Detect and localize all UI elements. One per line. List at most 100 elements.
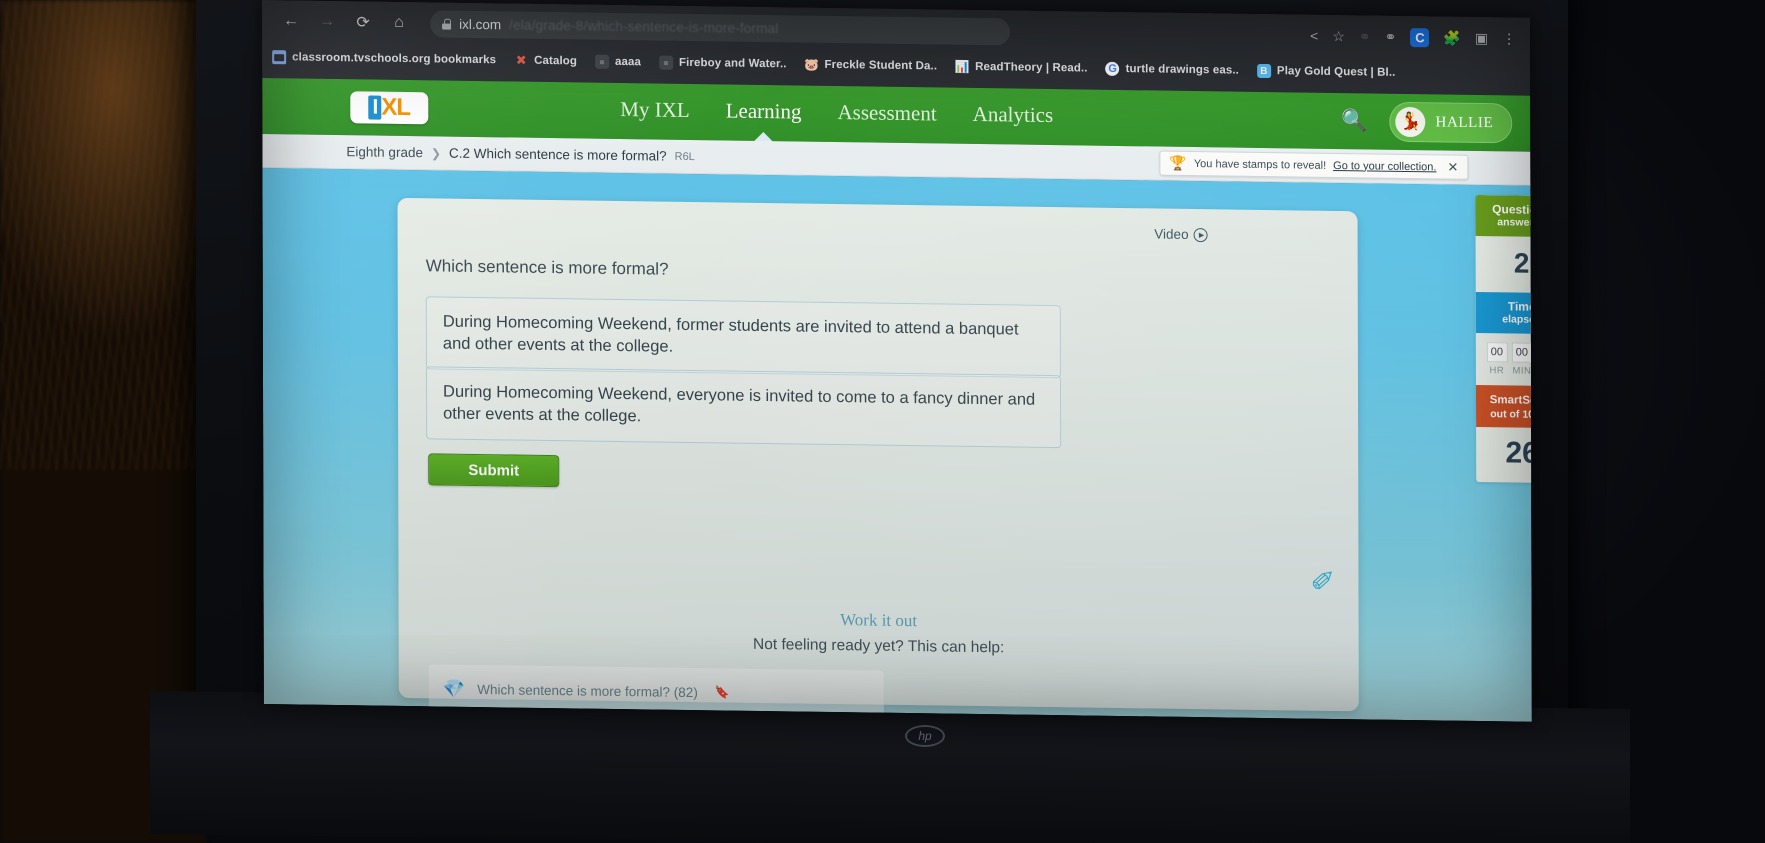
user-menu[interactable]: 💃 HALLIE xyxy=(1389,101,1513,144)
gem-icon: 💎 xyxy=(442,678,466,699)
trophy-icon: 🏆 xyxy=(1169,154,1187,171)
bookmark-label: ReadTheory | Read.. xyxy=(975,60,1088,75)
score-panel: Questions answered 2 Time elapsed 00 00 … xyxy=(1475,194,1532,484)
more-menu-icon[interactable]: ⋮ xyxy=(1502,30,1516,47)
help-resource-label: Which sentence is more formal? (82) xyxy=(477,681,698,700)
stamps-notification: 🏆 You have stamps to reveal! Go to your … xyxy=(1159,150,1469,180)
skill-code: R6L xyxy=(674,150,695,163)
user-name: HALLIE xyxy=(1435,113,1494,131)
timer-label-min: MIN xyxy=(1512,365,1532,377)
forward-icon[interactable]: → xyxy=(312,7,342,37)
ixl-content-area: Video ▶ Which sentence is more formal? D… xyxy=(262,168,1532,722)
bookmark-label: Freckle Student Da.. xyxy=(824,58,938,73)
header-right: 🔍 💃 HALLIE xyxy=(1341,101,1513,144)
bookmark-item-aaaa[interactable]: ◼ aaaa xyxy=(594,54,642,70)
sidepanel-icon[interactable]: ▣ xyxy=(1475,29,1488,46)
ixl-main-nav: My IXL Learning Assessment Analytics xyxy=(620,97,1053,132)
catalog-icon: ✖ xyxy=(515,52,527,68)
ixl-application: I XL My IXL Learning Assessment Analytics… xyxy=(262,78,1532,722)
nav-item-assessment[interactable]: Assessment xyxy=(837,100,936,130)
logo-letter-i: I xyxy=(368,95,382,120)
share-icon[interactable]: < xyxy=(1310,28,1318,44)
smartscore-subtitle-text: out of 100 xyxy=(1490,407,1532,421)
star-icon[interactable]: ☆ xyxy=(1332,27,1345,44)
smartscore-subtitle: out of 100? xyxy=(1480,408,1532,422)
timer-hours: 00 xyxy=(1486,342,1508,363)
time-elapsed-subtitle: elapsed xyxy=(1502,313,1532,327)
bookmark-label: turtle drawings eas.. xyxy=(1125,63,1239,77)
smartscore-header: SmartScore out of 100? xyxy=(1475,384,1532,429)
bookmark-label: classroom.tvschools.org bookmarks xyxy=(292,51,497,67)
work-it-out-subheading: Not feeling ready yet? This can help: xyxy=(752,635,1005,657)
timer-label-hr: HR xyxy=(1489,365,1505,377)
video-link[interactable]: Video ▶ xyxy=(1154,226,1208,242)
bookmark-item-turtle[interactable]: G turtle drawings eas.. xyxy=(1105,61,1239,78)
folder-icon xyxy=(272,50,287,65)
breadcrumb-current: C.2 Which sentence is more formal? xyxy=(448,145,667,164)
freckle-icon: 🐷 xyxy=(804,57,820,72)
answer-choice-1[interactable]: During Homecoming Weekend, former studen… xyxy=(425,296,1061,378)
foreground-fur-strands xyxy=(0,0,206,470)
reload-icon[interactable]: ⟳ xyxy=(348,7,378,37)
breadcrumb-grade[interactable]: Eighth grade xyxy=(346,144,423,160)
questions-answered-subtitle: answered xyxy=(1497,216,1532,230)
url-path: /ela/grade-8/which-sentence-is-more-form… xyxy=(509,16,779,36)
video-label: Video xyxy=(1154,226,1189,242)
nav-item-analytics[interactable]: Analytics xyxy=(973,101,1054,131)
generic-icon: ◼ xyxy=(594,54,610,69)
answer-choice-2[interactable]: During Homecoming Weekend, everyone is i… xyxy=(425,366,1062,448)
timer-minutes: 00 xyxy=(1511,342,1532,363)
toolbar-right-icons: < ☆ ⚭ ⚭ C 🧩 ▣ ⋮ xyxy=(1310,26,1522,48)
pencil-icon[interactable]: ✏ xyxy=(1303,559,1345,602)
bookmark-label: Play Gold Quest | Bl.. xyxy=(1276,65,1396,79)
back-icon[interactable]: ← xyxy=(276,6,306,36)
nav-item-learning[interactable]: Learning xyxy=(726,98,802,128)
home-icon[interactable]: ⌂ xyxy=(384,8,414,38)
laptop-screen: — ❐ ✕ ← → ⟳ ⌂ ixl.com /ela/grade-8/which… xyxy=(262,0,1532,722)
readtheory-icon: 📊 xyxy=(954,59,970,74)
extension-c-icon[interactable]: C xyxy=(1410,27,1430,47)
stamps-message: You have stamps to reveal! xyxy=(1193,157,1327,172)
smartscore-title: SmartScore xyxy=(1489,394,1532,408)
play-icon: ▶ xyxy=(1193,227,1208,242)
timer-boxes: 00 00 47 xyxy=(1476,333,1532,363)
time-elapsed-header: Time elapsed xyxy=(1475,291,1532,335)
shield-icon[interactable]: ⚭ xyxy=(1385,28,1397,45)
bookmark-item-blooket[interactable]: B Play Gold Quest | Bl.. xyxy=(1256,63,1396,80)
google-icon: G xyxy=(1105,61,1120,76)
bookmark-item-readtheory[interactable]: 📊 ReadTheory | Read.. xyxy=(955,60,1088,76)
questions-answered-value: 2 xyxy=(1513,247,1530,279)
go-to-collection-link[interactable]: Go to your collection. xyxy=(1333,159,1436,172)
questions-answered-header: Questions answered xyxy=(1475,194,1532,238)
questions-answered-title: Questions xyxy=(1492,202,1532,217)
hp-brand-logo: hp xyxy=(905,725,945,747)
submit-button[interactable]: Submit xyxy=(428,453,560,488)
generic-icon: ◼ xyxy=(658,55,674,70)
ixl-logo[interactable]: I XL xyxy=(350,91,429,125)
bookmark-item-classroom[interactable]: classroom.tvschools.org bookmarks xyxy=(272,50,496,67)
bookmark-item-fireboy[interactable]: ◼ Fireboy and Water.. xyxy=(658,55,787,72)
lock-icon xyxy=(442,18,451,29)
question-prompt: Which sentence is more formal? xyxy=(425,256,669,279)
smartscore-value: 26 xyxy=(1505,436,1532,471)
timer-labels: HR MIN SEC xyxy=(1476,362,1532,386)
avatar: 💃 xyxy=(1395,106,1426,138)
bookmark-label: Fireboy and Water.. xyxy=(678,56,787,71)
bookmark-item-freckle[interactable]: 🐷 Freckle Student Da.. xyxy=(804,57,938,74)
time-elapsed-title: Time xyxy=(1507,299,1532,314)
breadcrumb-separator: ❯ xyxy=(430,145,442,161)
close-icon[interactable]: ✕ xyxy=(1447,159,1458,175)
search-icon[interactable]: 🔍 xyxy=(1341,109,1367,133)
url-domain: ixl.com xyxy=(459,16,502,32)
bookmark-label: aaaa xyxy=(614,55,642,69)
question-card: Video ▶ Which sentence is more formal? D… xyxy=(397,197,1359,719)
nav-item-my-ixl[interactable]: My IXL xyxy=(620,97,689,127)
bookmark-icon[interactable]: 🔖 xyxy=(715,685,730,699)
shield-dim-icon[interactable]: ⚭ xyxy=(1359,28,1371,45)
photo-of-laptop-screen: hp — ❐ ✕ ← → ⟳ ⌂ ixl.com /ela xyxy=(0,0,1765,843)
address-bar[interactable]: ixl.com /ela/grade-8/which-sentence-is-m… xyxy=(430,9,1011,45)
bookmark-label: Catalog xyxy=(534,54,578,68)
bookmark-item-catalog[interactable]: ✖ Catalog xyxy=(514,52,578,69)
logo-letters-xl: XL xyxy=(381,93,411,122)
puzzle-icon[interactable]: 🧩 xyxy=(1443,29,1460,46)
